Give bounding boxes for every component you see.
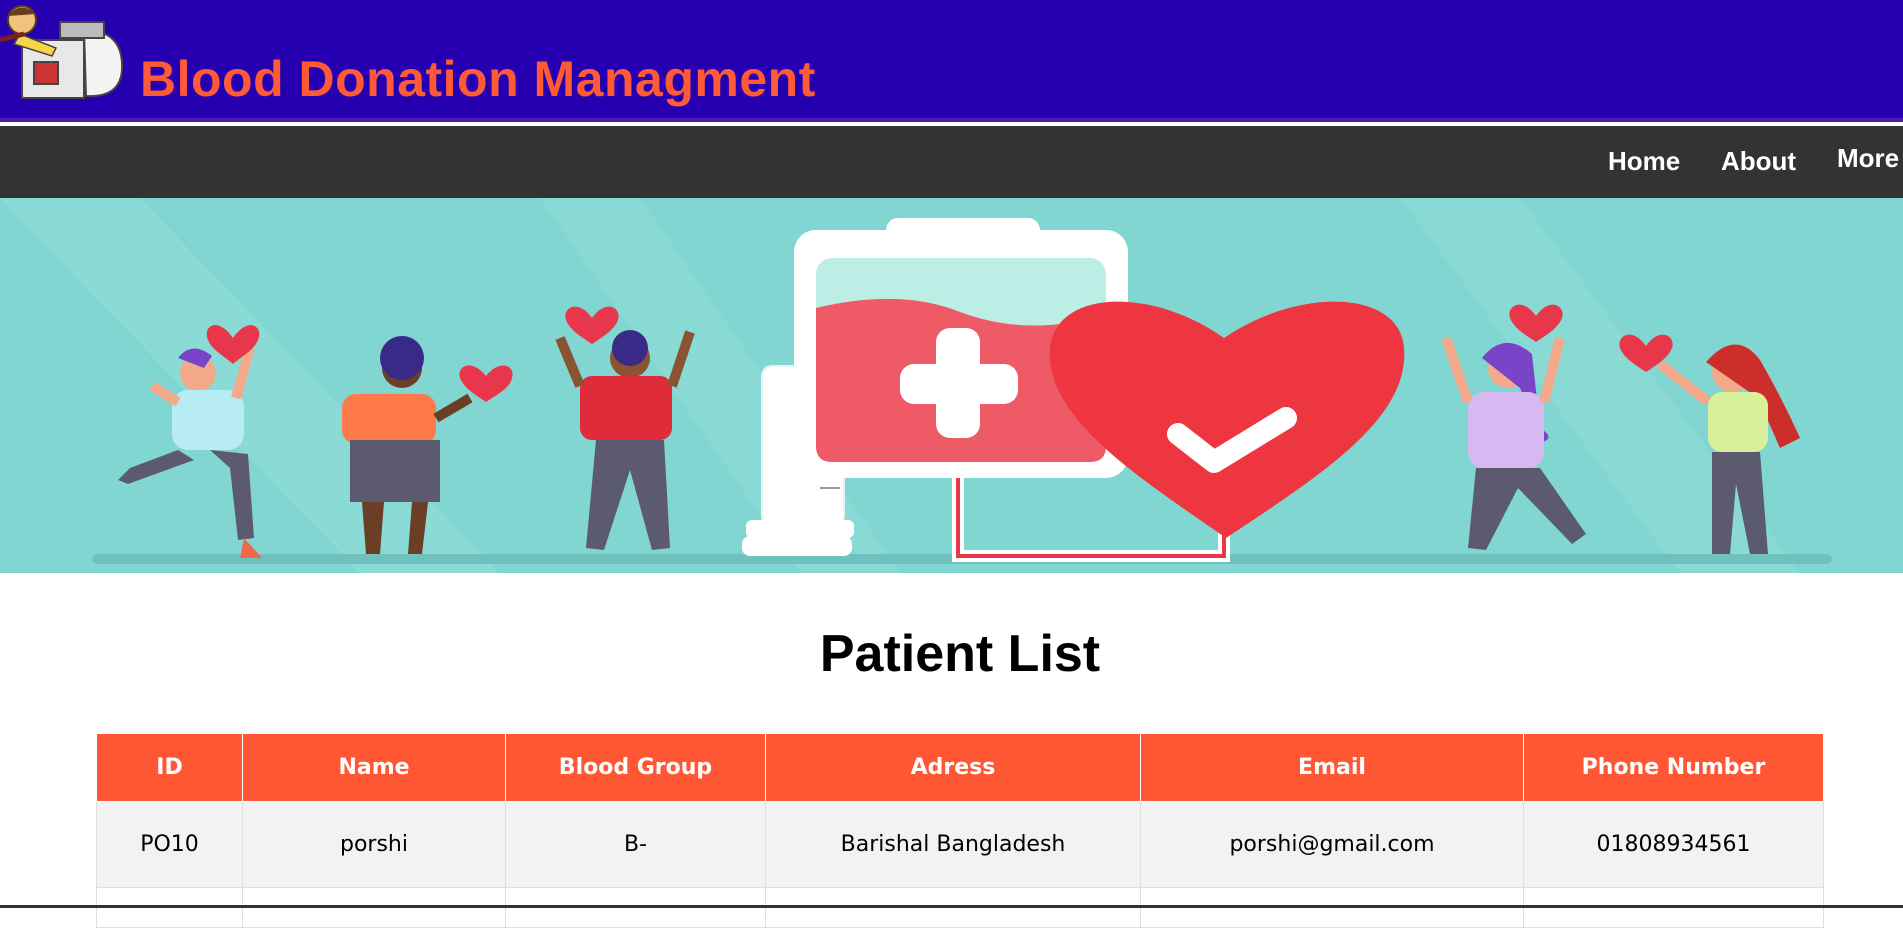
page-title: Patient List (819, 625, 1101, 683)
cell-phone: 01808934561 (1523, 801, 1824, 888)
cell-address: Barishal Bangladesh (765, 801, 1141, 888)
column-header-blood-group[interactable]: Blood Group (505, 733, 766, 802)
cell-id: PO10 (96, 801, 243, 888)
cell-name: porshi (242, 801, 506, 888)
hero-banner-illustration (0, 198, 1903, 573)
column-header-address[interactable]: Adress (765, 733, 1141, 802)
main-navbar: Home About More (0, 126, 1903, 198)
site-header: Blood Donation Managment (0, 0, 1903, 122)
nav-home[interactable]: Home (1608, 146, 1680, 177)
cell-blood-group: B- (505, 801, 766, 888)
nav-more[interactable]: More (1837, 143, 1899, 174)
column-header-email[interactable]: Email (1140, 733, 1524, 802)
site-logo[interactable] (0, 0, 126, 102)
patient-table: ID Name Blood Group Adress Email Phone N… (96, 733, 1824, 928)
site-title: Blood Donation Managment (140, 51, 816, 107)
column-header-id[interactable]: ID (96, 733, 243, 802)
table-header-row: ID Name Blood Group Adress Email Phone N… (96, 733, 1824, 802)
column-header-name[interactable]: Name (242, 733, 506, 802)
column-header-phone[interactable]: Phone Number (1523, 733, 1824, 802)
table-row[interactable]: PO10 porshi B- Barishal Bangladesh porsh… (96, 801, 1824, 888)
cell-email: porshi@gmail.com (1140, 801, 1524, 888)
window-bottom-edge (0, 905, 1903, 908)
nav-about[interactable]: About (1721, 146, 1796, 177)
